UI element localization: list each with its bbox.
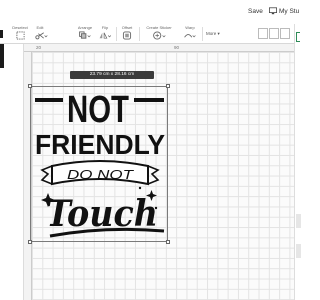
sticker-icon xyxy=(153,31,166,40)
edit-label: Edit xyxy=(36,25,44,30)
resize-handle-top-right[interactable] xyxy=(166,84,170,88)
offset-icon xyxy=(122,31,132,40)
ruler-top: 20 90 xyxy=(24,44,294,52)
selection-box xyxy=(30,86,168,242)
layer-thumbnail[interactable] xyxy=(296,244,301,258)
ruler-label: 90 xyxy=(174,45,180,50)
resize-handle-bottom-left[interactable] xyxy=(28,240,32,244)
monitor-icon xyxy=(269,7,277,15)
toolbar-divider xyxy=(139,27,140,41)
offset-label: Offset xyxy=(121,25,133,30)
project-name[interactable]: My Stu xyxy=(279,8,299,15)
flip-label: Flip xyxy=(101,25,109,30)
top-header: Save My Stu xyxy=(0,0,300,24)
warp-tool[interactable]: Warp xyxy=(182,25,198,43)
flip-icon xyxy=(99,32,112,39)
flip-tool[interactable]: Flip xyxy=(98,25,112,43)
resize-handle-bottom-right[interactable] xyxy=(166,240,170,244)
more-menu-button[interactable]: More ▾ xyxy=(206,31,220,37)
warp-icon xyxy=(184,34,196,38)
arrange-tool[interactable]: Arrange xyxy=(74,25,96,43)
toolbar-right-control[interactable] xyxy=(269,28,279,39)
layer-thumbnail[interactable] xyxy=(296,214,301,228)
save-button[interactable]: Save xyxy=(248,8,263,15)
panel-handle[interactable] xyxy=(0,44,4,68)
toolbar-divider xyxy=(202,27,203,41)
arrange-label: Arrange xyxy=(77,25,93,30)
create-sticker-label: Create Sticker xyxy=(146,25,172,30)
ruler-label: 20 xyxy=(36,45,42,50)
arrange-icon xyxy=(79,31,91,39)
edit-tool[interactable]: Edit xyxy=(34,25,48,43)
deselect-tool[interactable]: Deselect xyxy=(10,25,30,43)
panel-tab-marker[interactable] xyxy=(296,32,300,42)
layers-panel-edge xyxy=(294,24,301,300)
resize-handle-top-left[interactable] xyxy=(28,84,32,88)
offset-tool[interactable]: Offset xyxy=(119,25,135,43)
left-tool-panel xyxy=(0,44,24,300)
more-label: More xyxy=(206,31,217,36)
toolbar-left-tab[interactable] xyxy=(0,30,3,38)
toolbar-right-control[interactable] xyxy=(280,28,290,39)
deselect-icon xyxy=(15,31,25,40)
toolbar-right-control[interactable] xyxy=(258,28,268,39)
edit-toolbar: Deselect Edit Arrange Flip Offset Create… xyxy=(0,24,300,44)
create-sticker-tool[interactable]: Create Sticker xyxy=(143,25,175,43)
toolbar-divider xyxy=(116,27,117,41)
warp-label: Warp xyxy=(185,25,195,30)
dimension-tooltip: 23.79 cm x 28.16 cm xyxy=(70,71,154,79)
scissors-icon xyxy=(35,32,48,40)
deselect-label: Deselect xyxy=(12,25,28,30)
